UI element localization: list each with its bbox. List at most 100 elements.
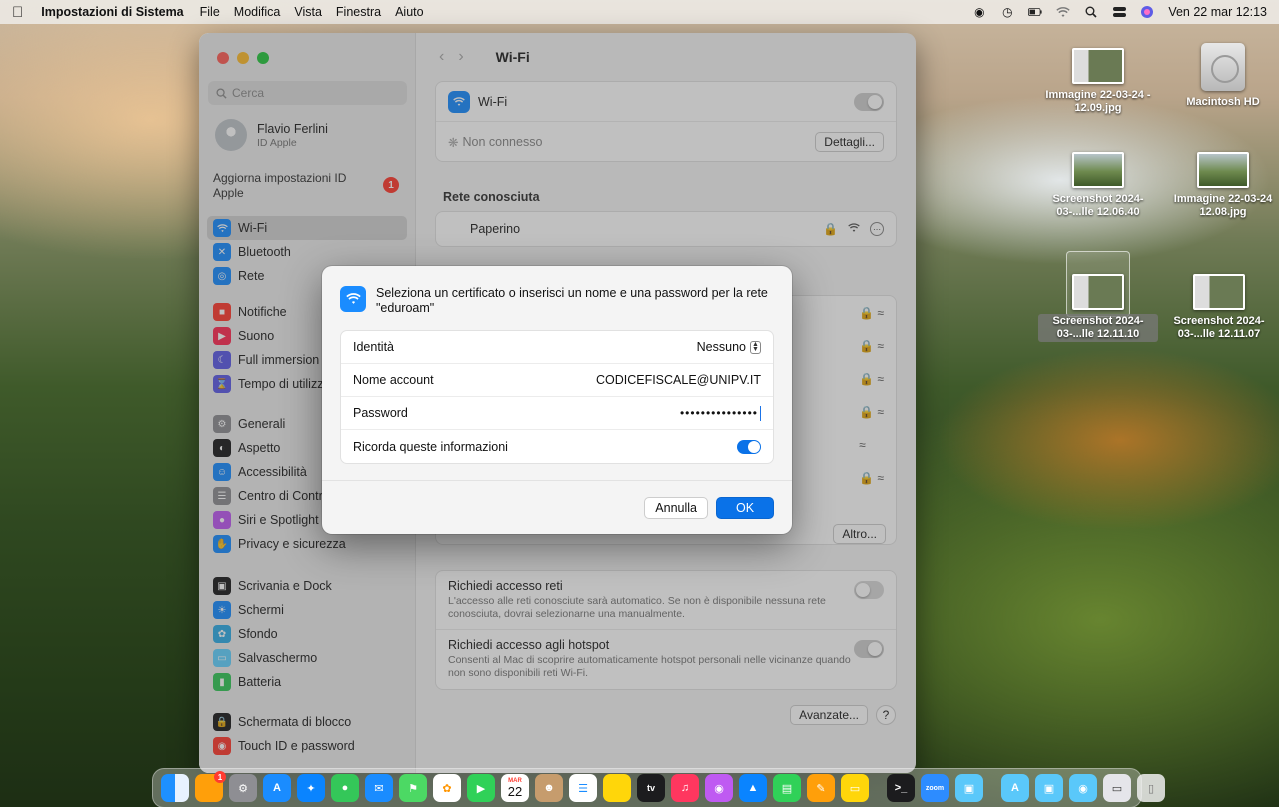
launchpad-icon[interactable]: 1: [195, 771, 226, 802]
recent-window-icon[interactable]: ▭: [1103, 774, 1131, 802]
music-icon[interactable]: ♫: [671, 774, 699, 802]
finder-icon[interactable]: [161, 774, 189, 802]
close-window-button[interactable]: [217, 52, 229, 64]
battery-icon[interactable]: [1028, 5, 1042, 19]
other-button[interactable]: Altro...: [833, 524, 886, 544]
desktop-icon-macintosh-hd[interactable]: Macintosh HD: [1163, 43, 1279, 110]
calendar-icon[interactable]: MAR 22: [501, 774, 529, 802]
desktop-icon-screenshot-121107[interactable]: Screenshot 2024-03-...lle 12.11.07: [1159, 274, 1279, 342]
help-button[interactable]: ?: [876, 705, 896, 725]
system-settings-dock-icon[interactable]: ⚙: [229, 774, 257, 802]
desktop-icon-image-1208[interactable]: Immagine 22-03-24 12.08.jpg: [1163, 152, 1279, 220]
sidebar-search-field[interactable]: Cerca: [208, 81, 407, 105]
wifi-status-icon[interactable]: [1056, 5, 1070, 19]
sidebar-item-scrivania-e-dock[interactable]: ▣ Scrivania e Dock: [207, 574, 407, 598]
wifi-status: Non connesso: [462, 135, 543, 149]
zoom-window-button[interactable]: [257, 52, 269, 64]
podcasts-icon[interactable]: ◉: [705, 774, 733, 802]
sidebar-item-privacy-e-sicurezza[interactable]: ✋ Privacy e sicurezza: [207, 532, 407, 556]
menu-aiuto[interactable]: Aiuto: [395, 5, 424, 19]
menu-clock[interactable]: Ven 22 mar 12:13: [1168, 5, 1267, 19]
desktop-icon-screenshot-121110[interactable]: Screenshot 2024-03-...lle 12.11.10: [1038, 274, 1158, 342]
more-options-icon[interactable]: ⋯: [870, 222, 884, 236]
menu-modifica[interactable]: Modifica: [234, 5, 281, 19]
downloads-folder-icon[interactable]: ◉: [1069, 774, 1097, 802]
siri-icon[interactable]: [1140, 5, 1154, 19]
bell-icon: ■: [213, 303, 231, 321]
sidebar-item-label: Tempo di utilizzo: [238, 377, 331, 391]
app-store-icon[interactable]: A: [263, 774, 291, 802]
wifi-toggle[interactable]: [854, 92, 884, 111]
mail-icon[interactable]: ✉: [365, 774, 393, 802]
password-input[interactable]: •••••••••••••••: [679, 405, 761, 421]
known-network-row[interactable]: Paperino 🔒 ⋯: [436, 212, 896, 246]
details-button[interactable]: Dettagli...: [815, 132, 884, 152]
sidebar-item-batteria[interactable]: ▮ Batteria: [207, 670, 407, 694]
preview-icon[interactable]: ▭: [841, 774, 869, 802]
desktop-icon-screenshot-120640[interactable]: Screenshot 2024-03-...lle 12.06.40: [1038, 152, 1158, 220]
minimize-window-button[interactable]: [237, 52, 249, 64]
account-input[interactable]: CODICEFISCALE@UNIPV.IT: [596, 373, 761, 387]
menu-file[interactable]: File: [200, 5, 220, 19]
facetime-icon[interactable]: ▶: [467, 774, 495, 802]
update-apple-id-label: Aggiorna impostazioni ID Apple: [213, 171, 347, 200]
safari-icon[interactable]: ✦: [297, 774, 325, 802]
finder-window-icon[interactable]: ▣: [955, 774, 983, 802]
sidebar-item-schermata-di-blocco[interactable]: 🔒 Schermata di blocco: [207, 710, 407, 734]
photos-icon[interactable]: ✿: [433, 774, 461, 802]
dock: 1 ⚙ A ✦ ● ✉ ⚑ ✿ ▶ MAR 22 ☻ ☰ tv ♫ ◉ ▲ ▤ …: [152, 768, 1165, 807]
user-circle-icon[interactable]: ◉: [972, 5, 986, 19]
app-menu-title[interactable]: Impostazioni di Sistema: [41, 5, 183, 19]
sidebar-item-salvaschermo[interactable]: ▭ Salvaschermo: [207, 646, 407, 670]
pages-icon[interactable]: ✎: [807, 774, 835, 802]
desktop-icon-image-1209[interactable]: Immagine 22-03-24 - 12.09.jpg: [1038, 48, 1158, 116]
ask-hotspot-title: Richiedi accesso agli hotspot: [448, 638, 610, 652]
applications-folder-icon[interactable]: A: [1001, 774, 1029, 802]
lock-wifi-icon: 🔒 ≈: [859, 471, 884, 485]
maps-icon[interactable]: ⚑: [399, 774, 427, 802]
sidebar-item-schermi[interactable]: ☀ Schermi: [207, 598, 407, 622]
network-status-icons: 🔒 ⋯: [823, 222, 884, 236]
password-value: •••••••••••••••: [679, 406, 758, 420]
sidebar-item-sfondo[interactable]: ✿ Sfondo: [207, 622, 407, 646]
zoom-icon[interactable]: zoom: [921, 774, 949, 802]
ask-networks-toggle[interactable]: [854, 581, 884, 599]
lock-wifi-icon: 🔒 ≈: [859, 306, 884, 320]
text-caret: [760, 405, 761, 421]
sidebar-item-touch-id[interactable]: ◉ Touch ID e password: [207, 734, 407, 758]
menu-vista[interactable]: Vista: [294, 5, 322, 19]
apple-tv-icon[interactable]: tv: [637, 774, 665, 802]
contacts-icon[interactable]: ☻: [535, 774, 563, 802]
identity-select[interactable]: Nessuno ▲ ▼: [697, 340, 761, 354]
messages-icon[interactable]: ●: [331, 774, 359, 802]
update-apple-id-item[interactable]: Aggiorna impostazioni ID Apple 1: [213, 171, 403, 201]
sidebar-item-label: Suono: [238, 329, 275, 343]
sidebar-item-wifi[interactable]: Wi-Fi: [207, 216, 407, 240]
numbers-icon[interactable]: ▤: [773, 774, 801, 802]
remember-toggle[interactable]: [737, 439, 761, 454]
apple-id-profile[interactable]: Flavio Ferlini ID Apple: [215, 119, 328, 151]
ok-button[interactable]: OK: [716, 497, 774, 519]
sidebar-item-bluetooth[interactable]: ✕ Bluetooth: [207, 240, 407, 264]
apple-menu-icon[interactable]: : [12, 4, 23, 21]
time-machine-icon[interactable]: ◷: [1000, 5, 1014, 19]
menu-finestra[interactable]: Finestra: [336, 5, 381, 19]
notes-icon[interactable]: [603, 774, 631, 802]
sidebar-item-label: Schermata di blocco: [238, 715, 352, 729]
cancel-button[interactable]: Annulla: [644, 497, 708, 519]
advanced-button[interactable]: Avanzate...: [790, 705, 868, 725]
control-center-icon[interactable]: [1112, 5, 1126, 19]
ask-hotspot-toggle[interactable]: [854, 640, 884, 658]
reminders-icon[interactable]: ☰: [569, 774, 597, 802]
spotlight-search-icon[interactable]: [1084, 5, 1098, 19]
trash-icon[interactable]: ▯: [1137, 774, 1165, 802]
access-options-card: Richiedi accesso reti L'accesso alle ret…: [435, 570, 897, 690]
dialog-divider: [322, 480, 792, 481]
terminal-icon[interactable]: >_: [887, 774, 915, 802]
back-forward-icon[interactable]: ‹›: [439, 48, 478, 66]
profile-subtitle: ID Apple: [257, 136, 297, 149]
lock-wifi-icon: 🔒 ≈: [859, 372, 884, 386]
keynote-icon[interactable]: ▲: [739, 774, 767, 802]
siri-icon: ●: [213, 511, 231, 529]
documents-folder-icon[interactable]: ▣: [1035, 774, 1063, 802]
